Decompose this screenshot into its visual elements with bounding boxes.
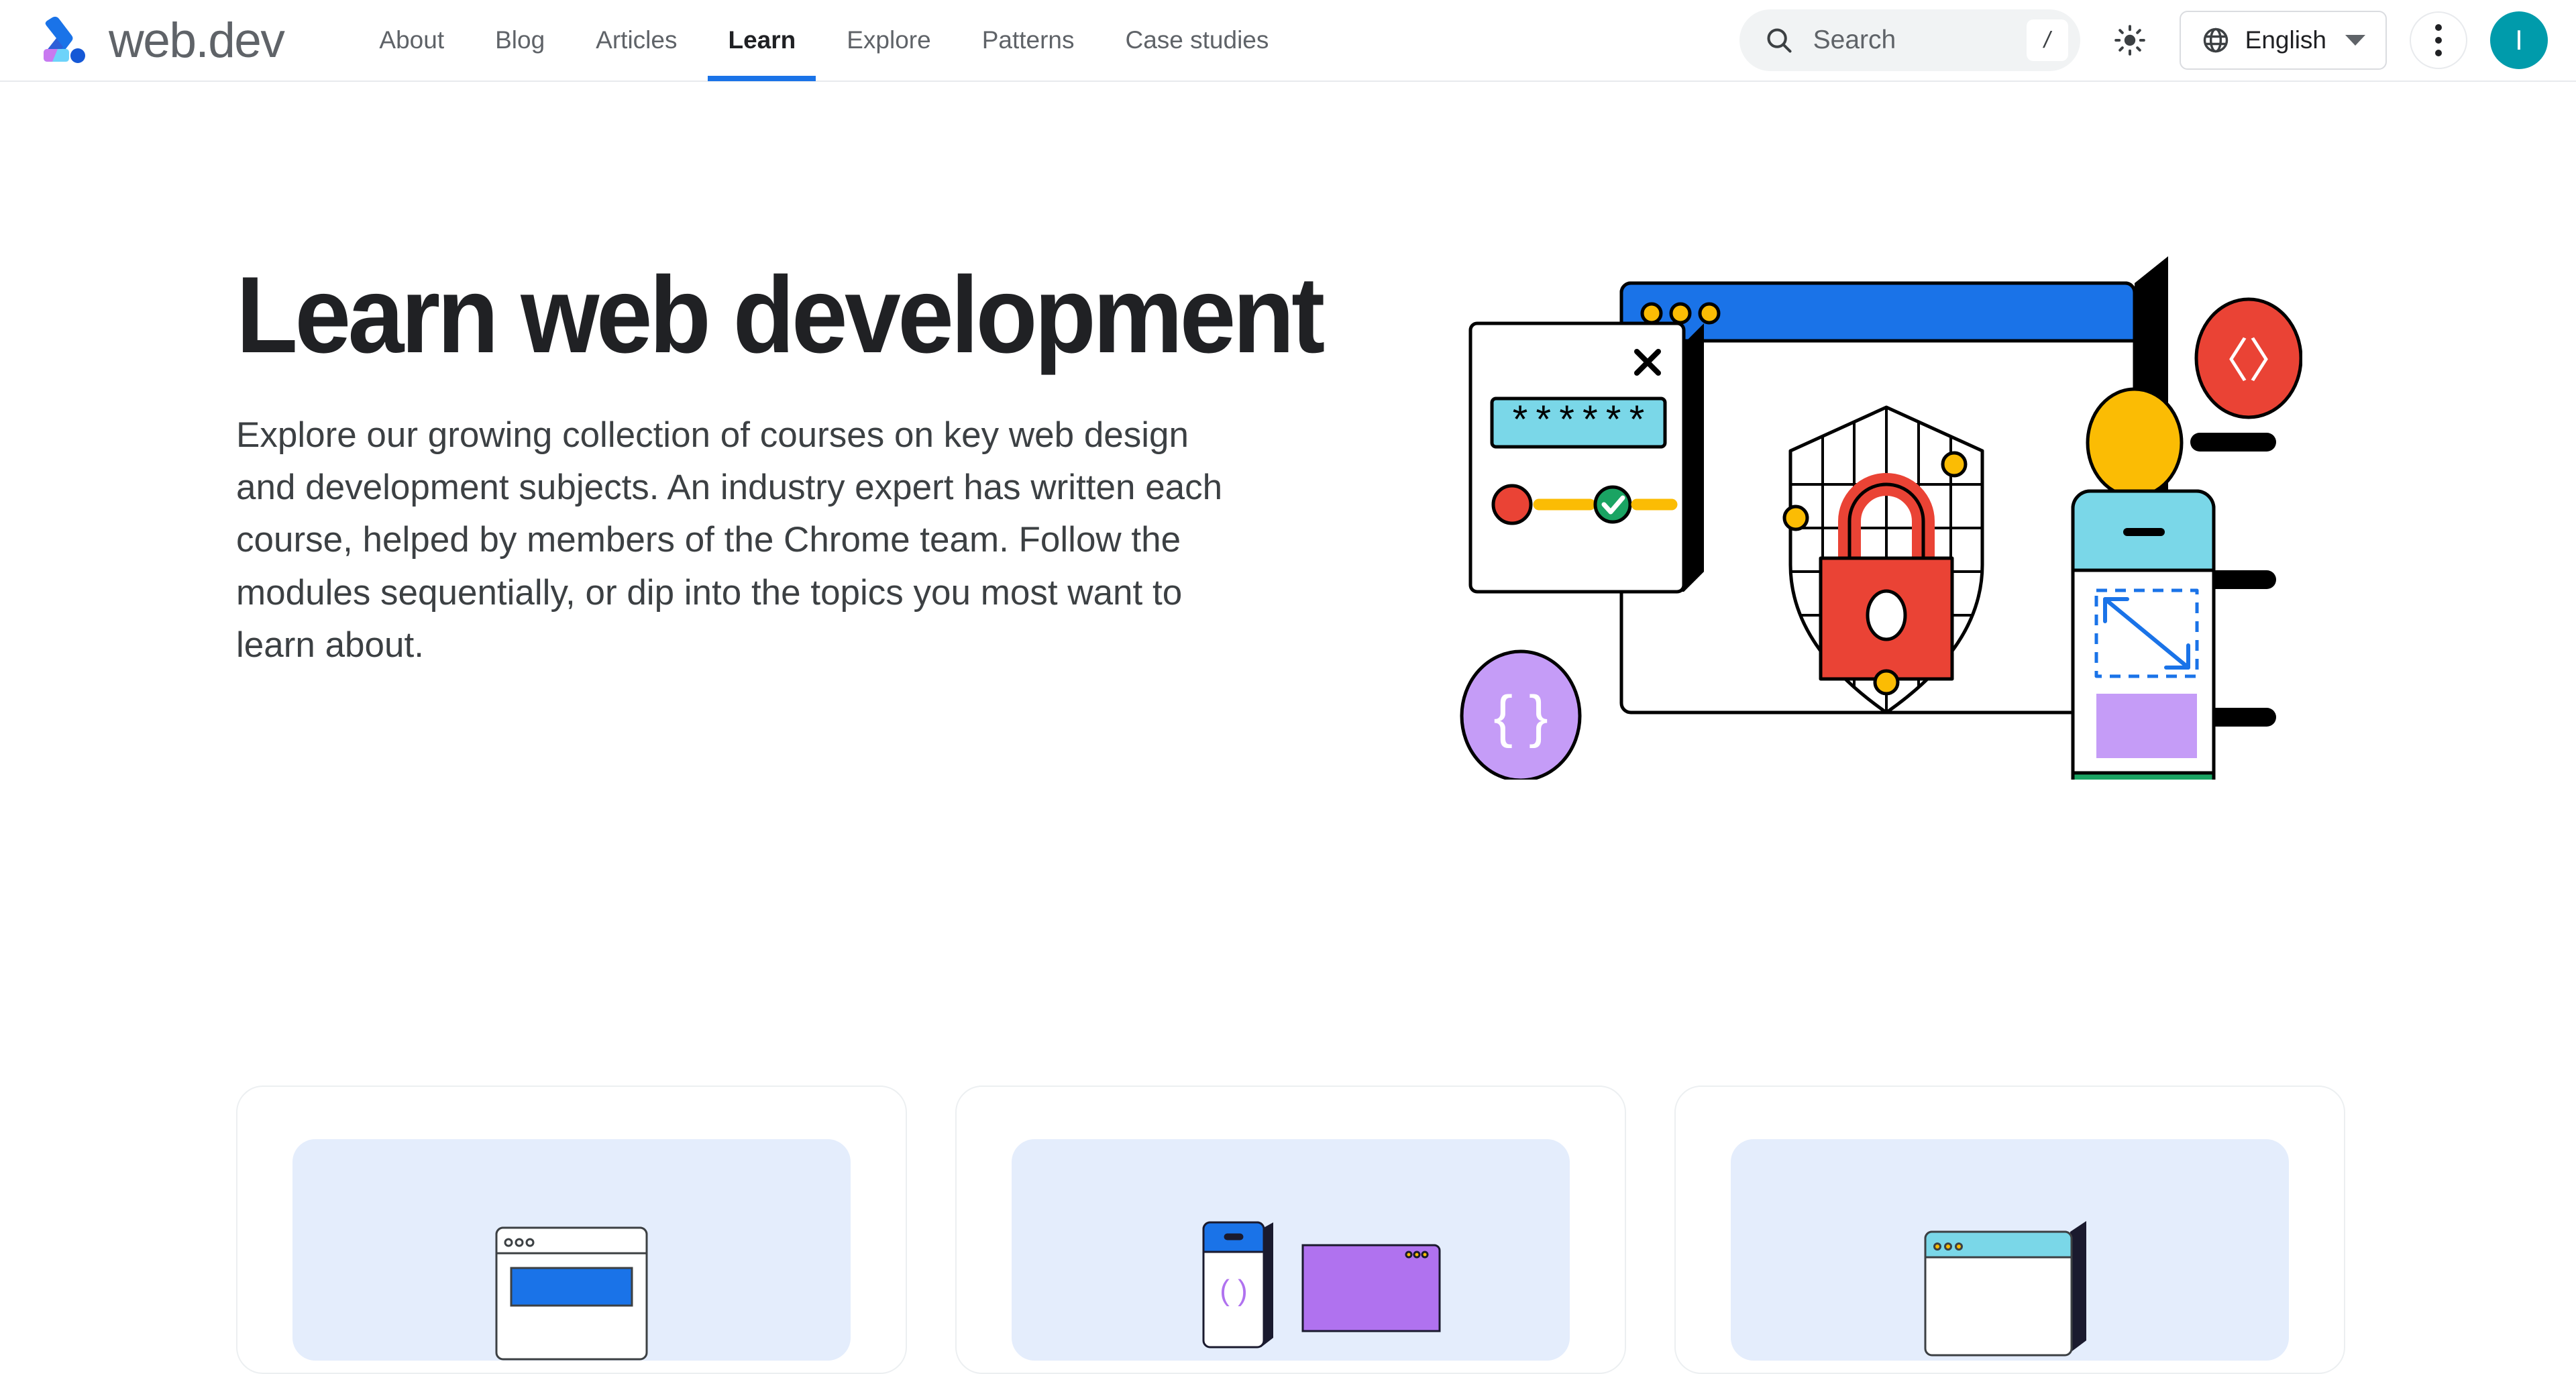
- phone-and-purple-browser-illustration: ( ): [1202, 1221, 1441, 1349]
- course-card-row: ( ): [236, 1086, 2345, 1374]
- course-card[interactable]: [1674, 1086, 2345, 1374]
- brand-name: web.dev: [109, 13, 285, 68]
- course-card-thumbnail: [1731, 1139, 2289, 1361]
- svg-text:******: ******: [1509, 403, 1649, 446]
- primary-nav: About Blog Articles Learn Explore Patter…: [354, 0, 1294, 81]
- nav-item-learn[interactable]: Learn: [702, 0, 821, 81]
- course-card-thumbnail: [292, 1139, 851, 1361]
- hero-illustration: ****** { } 〈〉: [1457, 243, 2302, 780]
- theme-toggle-button[interactable]: [2103, 13, 2157, 67]
- dot: [2435, 50, 2442, 56]
- svg-text:〈〉: 〈〉: [2202, 335, 2296, 387]
- page-title: Learn web development: [236, 254, 1325, 376]
- dot: [2435, 37, 2442, 44]
- three-dots-vertical-icon: [2435, 24, 2442, 31]
- sun-icon: [2114, 25, 2145, 56]
- nav-item-blog[interactable]: Blog: [470, 0, 570, 81]
- search-box[interactable]: /: [1739, 9, 2080, 71]
- webdev-logo-icon: [44, 16, 85, 63]
- site-header: web.dev About Blog Articles Learn Explor…: [0, 0, 2576, 82]
- course-card-thumbnail: ( ): [1012, 1139, 1570, 1361]
- nav-item-explore[interactable]: Explore: [821, 0, 956, 81]
- hero-section: Learn web development Explore our growin…: [0, 82, 2576, 780]
- language-label: English: [2245, 26, 2326, 54]
- course-card[interactable]: [236, 1086, 907, 1374]
- brand-home-link[interactable]: web.dev: [38, 13, 285, 68]
- search-input[interactable]: [1813, 25, 2027, 55]
- hero-description: Explore our growing collection of course…: [236, 415, 1223, 666]
- course-card[interactable]: ( ): [955, 1086, 1626, 1374]
- nav-item-articles[interactable]: Articles: [570, 0, 702, 81]
- svg-text:{ }: { }: [1493, 684, 1548, 749]
- search-shortcut-badge: /: [2026, 19, 2068, 61]
- search-icon: [1767, 28, 1792, 53]
- browser-window-blue-illustration: [495, 1226, 648, 1361]
- chevron-down-icon: [2345, 35, 2365, 46]
- browser-window-cyan-illustration: [1924, 1221, 2086, 1357]
- hero-copy: Learn web development Explore our growin…: [236, 254, 1417, 672]
- nav-item-case-studies[interactable]: Case studies: [1100, 0, 1295, 81]
- language-selector[interactable]: English: [2179, 11, 2387, 70]
- nav-item-about[interactable]: About: [354, 0, 470, 81]
- header-tools: / English: [1739, 9, 2548, 71]
- svg-text:( ): ( ): [1220, 1274, 1248, 1307]
- more-menu-button[interactable]: [2410, 11, 2467, 69]
- nav-item-patterns[interactable]: Patterns: [957, 0, 1100, 81]
- learn-web-development-illustration: ****** { } 〈〉: [1460, 256, 2302, 780]
- avatar[interactable]: I: [2490, 11, 2548, 69]
- globe-icon: [2203, 28, 2228, 53]
